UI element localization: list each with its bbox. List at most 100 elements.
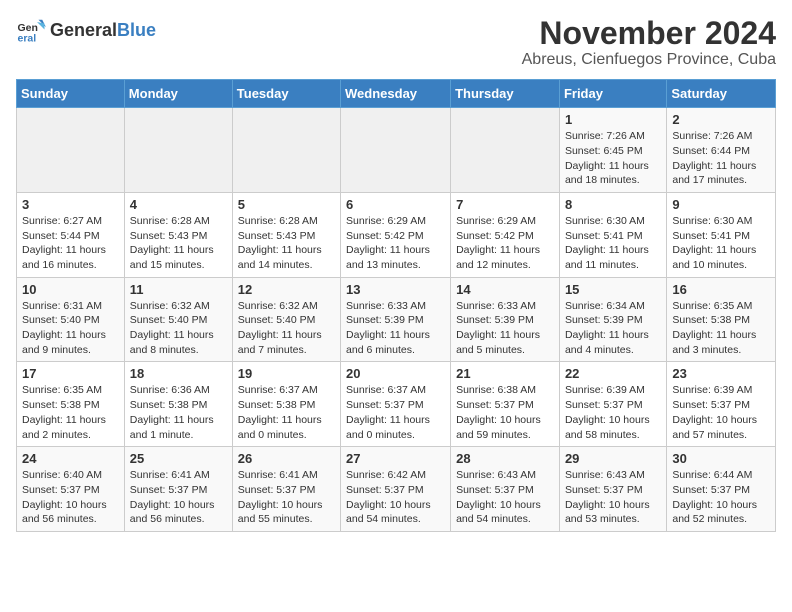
day-info: Sunrise: 6:29 AMSunset: 5:42 PMDaylight:…	[346, 214, 445, 273]
logo-icon: Gen eral	[16, 16, 46, 46]
calendar-cell	[232, 108, 340, 193]
calendar-cell: 30 Sunrise: 6:44 AMSunset: 5:37 PMDayligh…	[667, 447, 776, 532]
calendar-cell: 21 Sunrise: 6:38 AMSunset: 5:37 PMDayligh…	[451, 362, 560, 447]
day-number: 13	[346, 282, 445, 297]
day-info: Sunrise: 6:33 AMSunset: 5:39 PMDaylight:…	[346, 299, 445, 358]
day-info: Sunrise: 6:41 AMSunset: 5:37 PMDaylight:…	[130, 468, 227, 527]
day-number: 2	[672, 112, 770, 127]
day-number: 29	[565, 451, 661, 466]
calendar-body: 1 Sunrise: 7:26 AMSunset: 6:45 PMDaylight…	[17, 108, 776, 532]
calendar-cell: 29 Sunrise: 6:43 AMSunset: 5:37 PMDayligh…	[559, 447, 666, 532]
day-info: Sunrise: 6:28 AMSunset: 5:43 PMDaylight:…	[130, 214, 227, 273]
calendar-table: SundayMondayTuesdayWednesdayThursdayFrid…	[16, 79, 776, 532]
day-info: Sunrise: 6:28 AMSunset: 5:43 PMDaylight:…	[238, 214, 335, 273]
header-cell-thursday: Thursday	[451, 80, 560, 108]
day-number: 22	[565, 366, 661, 381]
day-number: 4	[130, 197, 227, 212]
day-number: 14	[456, 282, 554, 297]
day-number: 12	[238, 282, 335, 297]
day-info: Sunrise: 6:32 AMSunset: 5:40 PMDaylight:…	[130, 299, 227, 358]
calendar-cell: 17 Sunrise: 6:35 AMSunset: 5:38 PMDayligh…	[17, 362, 125, 447]
header-cell-saturday: Saturday	[667, 80, 776, 108]
day-info: Sunrise: 6:30 AMSunset: 5:41 PMDaylight:…	[672, 214, 770, 273]
day-info: Sunrise: 6:44 AMSunset: 5:37 PMDaylight:…	[672, 468, 770, 527]
calendar-cell: 5Sunrise: 6:28 AMSunset: 5:43 PMDaylight…	[232, 192, 340, 277]
day-number: 21	[456, 366, 554, 381]
calendar-cell: 13 Sunrise: 6:33 AMSunset: 5:39 PMDayligh…	[341, 277, 451, 362]
calendar-cell: 22Sunrise: 6:39 AMSunset: 5:37 PMDayligh…	[559, 362, 666, 447]
calendar-title: November 2024	[522, 16, 776, 51]
day-number: 27	[346, 451, 445, 466]
day-number: 6	[346, 197, 445, 212]
calendar-header: SundayMondayTuesdayWednesdayThursdayFrid…	[17, 80, 776, 108]
header-row: SundayMondayTuesdayWednesdayThursdayFrid…	[17, 80, 776, 108]
day-info: Sunrise: 6:32 AMSunset: 5:40 PMDaylight:…	[238, 299, 335, 358]
calendar-cell: 11 Sunrise: 6:32 AMSunset: 5:40 PMDayligh…	[124, 277, 232, 362]
day-number: 23	[672, 366, 770, 381]
calendar-cell: 10Sunrise: 6:31 AMSunset: 5:40 PMDayligh…	[17, 277, 125, 362]
calendar-cell: 19 Sunrise: 6:37 AMSunset: 5:38 PMDayligh…	[232, 362, 340, 447]
header-cell-sunday: Sunday	[17, 80, 125, 108]
day-number: 17	[22, 366, 119, 381]
day-info: Sunrise: 6:42 AMSunset: 5:37 PMDaylight:…	[346, 468, 445, 527]
calendar-cell: 3 Sunrise: 6:27 AMSunset: 5:44 PMDaylight…	[17, 192, 125, 277]
day-number: 8	[565, 197, 661, 212]
calendar-cell: 14Sunrise: 6:33 AMSunset: 5:39 PMDayligh…	[451, 277, 560, 362]
calendar-cell: 26Sunrise: 6:41 AMSunset: 5:37 PMDayligh…	[232, 447, 340, 532]
calendar-week-5: 24 Sunrise: 6:40 AMSunset: 5:37 PMDayligh…	[17, 447, 776, 532]
header-cell-monday: Monday	[124, 80, 232, 108]
header-cell-friday: Friday	[559, 80, 666, 108]
calendar-cell	[341, 108, 451, 193]
day-number: 16	[672, 282, 770, 297]
day-number: 20	[346, 366, 445, 381]
day-info: Sunrise: 6:36 AMSunset: 5:38 PMDaylight:…	[130, 383, 227, 442]
calendar-week-3: 10Sunrise: 6:31 AMSunset: 5:40 PMDayligh…	[17, 277, 776, 362]
svg-text:eral: eral	[18, 33, 37, 45]
day-number: 3	[22, 197, 119, 212]
day-info: Sunrise: 6:27 AMSunset: 5:44 PMDaylight:…	[22, 214, 119, 273]
calendar-subtitle: Abreus, Cienfuegos Province, Cuba	[522, 51, 776, 69]
day-number: 7	[456, 197, 554, 212]
day-info: Sunrise: 6:37 AMSunset: 5:38 PMDaylight:…	[238, 383, 335, 442]
logo: Gen eral GeneralBlue	[16, 16, 156, 46]
day-info: Sunrise: 6:40 AMSunset: 5:37 PMDaylight:…	[22, 468, 119, 527]
day-info: Sunrise: 6:35 AMSunset: 5:38 PMDaylight:…	[22, 383, 119, 442]
calendar-cell: 2Sunrise: 7:26 AMSunset: 6:44 PMDaylight…	[667, 108, 776, 193]
calendar-cell: 7Sunrise: 6:29 AMSunset: 5:42 PMDaylight…	[451, 192, 560, 277]
day-info: Sunrise: 6:43 AMSunset: 5:37 PMDaylight:…	[565, 468, 661, 527]
calendar-cell	[451, 108, 560, 193]
day-info: Sunrise: 6:43 AMSunset: 5:37 PMDaylight:…	[456, 468, 554, 527]
day-info: Sunrise: 6:34 AMSunset: 5:39 PMDaylight:…	[565, 299, 661, 358]
day-info: Sunrise: 6:39 AMSunset: 5:37 PMDaylight:…	[672, 383, 770, 442]
day-number: 25	[130, 451, 227, 466]
calendar-cell: 27 Sunrise: 6:42 AMSunset: 5:37 PMDayligh…	[341, 447, 451, 532]
calendar-cell: 12 Sunrise: 6:32 AMSunset: 5:40 PMDayligh…	[232, 277, 340, 362]
calendar-cell	[17, 108, 125, 193]
calendar-cell: 4 Sunrise: 6:28 AMSunset: 5:43 PMDaylight…	[124, 192, 232, 277]
title-area: November 2024 Abreus, Cienfuegos Provinc…	[522, 16, 776, 69]
day-info: Sunrise: 6:30 AMSunset: 5:41 PMDaylight:…	[565, 214, 661, 273]
calendar-cell: 9 Sunrise: 6:30 AMSunset: 5:41 PMDaylight…	[667, 192, 776, 277]
day-info: Sunrise: 6:38 AMSunset: 5:37 PMDaylight:…	[456, 383, 554, 442]
calendar-week-1: 1 Sunrise: 7:26 AMSunset: 6:45 PMDaylight…	[17, 108, 776, 193]
day-number: 1	[565, 112, 661, 127]
calendar-week-2: 3 Sunrise: 6:27 AMSunset: 5:44 PMDaylight…	[17, 192, 776, 277]
day-number: 19	[238, 366, 335, 381]
calendar-cell: 25 Sunrise: 6:41 AMSunset: 5:37 PMDayligh…	[124, 447, 232, 532]
day-info: Sunrise: 6:37 AMSunset: 5:37 PMDaylight:…	[346, 383, 445, 442]
day-number: 9	[672, 197, 770, 212]
day-number: 26	[238, 451, 335, 466]
day-number: 30	[672, 451, 770, 466]
day-number: 24	[22, 451, 119, 466]
calendar-cell: 23 Sunrise: 6:39 AMSunset: 5:37 PMDayligh…	[667, 362, 776, 447]
day-number: 18	[130, 366, 227, 381]
calendar-cell: 8 Sunrise: 6:30 AMSunset: 5:41 PMDaylight…	[559, 192, 666, 277]
day-number: 11	[130, 282, 227, 297]
logo-text-general: General	[50, 21, 117, 41]
day-info: Sunrise: 7:26 AMSunset: 6:45 PMDaylight:…	[565, 129, 661, 188]
logo-text-blue: Blue	[117, 21, 156, 41]
calendar-cell: 15 Sunrise: 6:34 AMSunset: 5:39 PMDayligh…	[559, 277, 666, 362]
calendar-cell: 6 Sunrise: 6:29 AMSunset: 5:42 PMDaylight…	[341, 192, 451, 277]
day-number: 15	[565, 282, 661, 297]
calendar-cell: 1 Sunrise: 7:26 AMSunset: 6:45 PMDaylight…	[559, 108, 666, 193]
